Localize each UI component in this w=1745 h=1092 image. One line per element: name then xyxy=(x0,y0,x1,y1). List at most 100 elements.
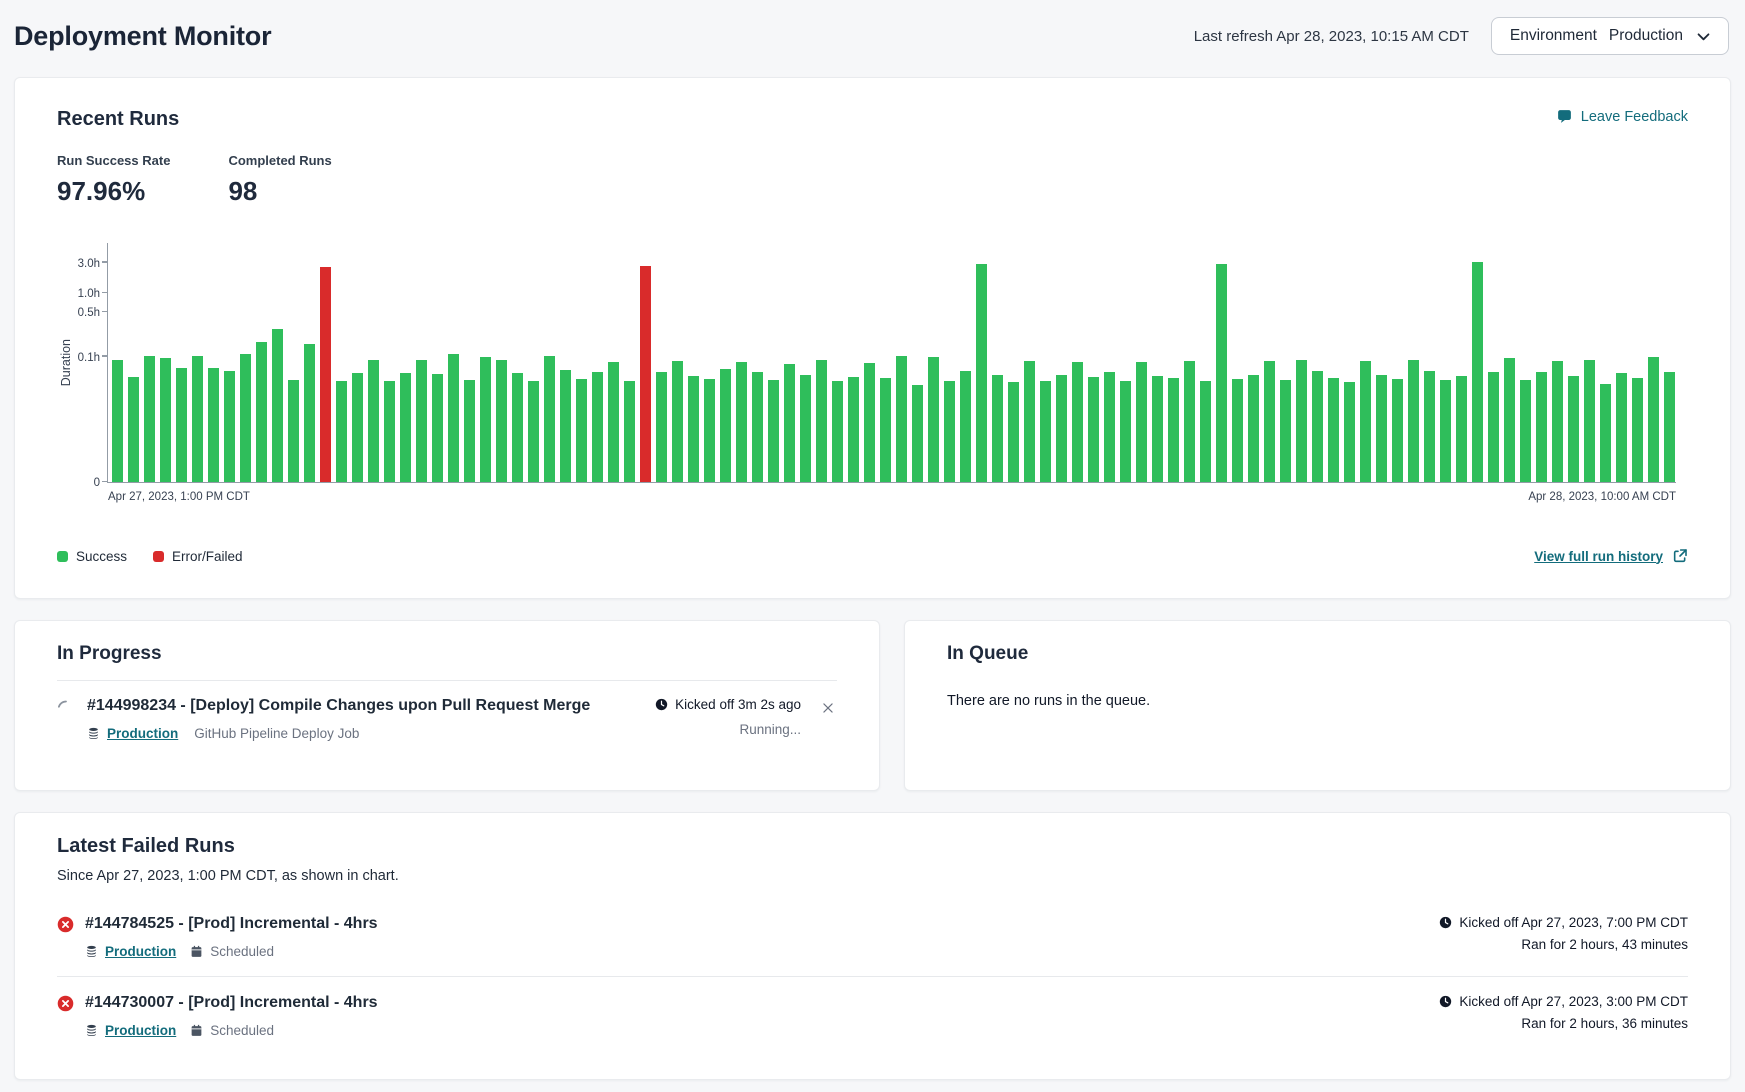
chart-bar-success[interactable] xyxy=(736,362,747,482)
chart-bar-success[interactable] xyxy=(448,354,459,482)
chart-bar-success[interactable] xyxy=(1600,384,1611,482)
chart-bar-success[interactable] xyxy=(1168,378,1179,482)
chart-bar-success[interactable] xyxy=(544,356,555,483)
chart-bar-success[interactable] xyxy=(1216,264,1227,482)
chart-bar-success[interactable] xyxy=(1376,375,1387,482)
failed-run-environment-link[interactable]: Production xyxy=(105,944,176,959)
chart-bar-success[interactable] xyxy=(256,342,267,482)
chart-bar-success[interactable] xyxy=(1440,380,1451,482)
chart-bar-success[interactable] xyxy=(1344,382,1355,482)
chart-bar-success[interactable] xyxy=(848,377,859,482)
chart-bar-success[interactable] xyxy=(224,371,235,482)
chart-bar-success[interactable] xyxy=(832,381,843,482)
chart-bar-success[interactable] xyxy=(1088,377,1099,482)
chart-bar-failed[interactable] xyxy=(640,266,651,482)
leave-feedback-link[interactable]: Leave Feedback xyxy=(1556,108,1688,125)
chart-bar-success[interactable] xyxy=(944,381,955,482)
chart-bar-success[interactable] xyxy=(624,381,635,482)
chart-bar-success[interactable] xyxy=(864,363,875,482)
chart-bar-success[interactable] xyxy=(176,368,187,483)
chart-bar-success[interactable] xyxy=(1536,372,1547,482)
chart-bar-success[interactable] xyxy=(816,360,827,482)
chart-bar-success[interactable] xyxy=(432,374,443,482)
chart-bar-success[interactable] xyxy=(1616,373,1627,482)
chart-bar-success[interactable] xyxy=(1008,382,1019,482)
chart-bar-success[interactable] xyxy=(272,329,283,482)
chart-bar-success[interactable] xyxy=(720,369,731,482)
view-full-run-history-link[interactable]: View full run history xyxy=(1534,548,1688,564)
chart-bar-success[interactable] xyxy=(688,376,699,482)
chart-bar-success[interactable] xyxy=(384,381,395,482)
chart-bar-success[interactable] xyxy=(912,385,923,482)
chart-bar-success[interactable] xyxy=(400,373,411,482)
chart-bar-success[interactable] xyxy=(464,380,475,482)
chart-bar-success[interactable] xyxy=(1024,361,1035,482)
chart-bar-success[interactable] xyxy=(160,358,171,482)
chart-bar-success[interactable] xyxy=(368,360,379,482)
chart-bar-success[interactable] xyxy=(1360,361,1371,482)
chart-bar-success[interactable] xyxy=(896,356,907,483)
chart-bar-success[interactable] xyxy=(1248,375,1259,482)
chart-bar-success[interactable] xyxy=(1296,360,1307,482)
dismiss-run-button[interactable] xyxy=(819,699,837,720)
chart-bar-success[interactable] xyxy=(1632,378,1643,482)
chart-bar-success[interactable] xyxy=(1264,361,1275,482)
chart-bar-success[interactable] xyxy=(1200,381,1211,482)
chart-bar-success[interactable] xyxy=(192,356,203,483)
chart-bar-success[interactable] xyxy=(768,380,779,482)
chart-bar-success[interactable] xyxy=(1504,358,1515,482)
chart-bar-success[interactable] xyxy=(1136,362,1147,482)
chart-bar-success[interactable] xyxy=(1232,379,1243,482)
chart-bar-success[interactable] xyxy=(1056,375,1067,482)
chart-bar-success[interactable] xyxy=(304,344,315,482)
chart-bar-success[interactable] xyxy=(288,380,299,482)
failed-run-environment-link[interactable]: Production xyxy=(105,1023,176,1038)
chart-bar-success[interactable] xyxy=(1488,372,1499,482)
chart-bar-success[interactable] xyxy=(512,373,523,482)
chart-bar-success[interactable] xyxy=(1584,360,1595,482)
chart-bar-success[interactable] xyxy=(1040,381,1051,482)
chart-bar-success[interactable] xyxy=(752,372,763,482)
chart-bar-success[interactable] xyxy=(352,373,363,482)
chart-bar-success[interactable] xyxy=(1152,376,1163,482)
chart-bar-success[interactable] xyxy=(480,357,491,482)
chart-bar-success[interactable] xyxy=(1472,262,1483,482)
chart-bar-success[interactable] xyxy=(1664,372,1675,482)
environment-dropdown[interactable]: Environment Production xyxy=(1491,17,1729,55)
chart-bar-success[interactable] xyxy=(784,364,795,482)
chart-bar-success[interactable] xyxy=(128,377,139,482)
chart-bar-success[interactable] xyxy=(1104,372,1115,483)
chart-bar-success[interactable] xyxy=(1568,376,1579,482)
chart-bar-success[interactable] xyxy=(416,360,427,482)
chart-bar-success[interactable] xyxy=(560,370,571,482)
chart-bar-success[interactable] xyxy=(1312,371,1323,482)
chart-bar-success[interactable] xyxy=(992,375,1003,482)
chart-bar-success[interactable] xyxy=(528,381,539,482)
chart-bar-success[interactable] xyxy=(576,379,587,482)
chart-bar-success[interactable] xyxy=(1280,380,1291,482)
chart-bar-success[interactable] xyxy=(1408,360,1419,482)
chart-bar-success[interactable] xyxy=(208,368,219,483)
chart-bar-success[interactable] xyxy=(336,381,347,482)
chart-bar-success[interactable] xyxy=(1392,379,1403,482)
chart-bar-success[interactable] xyxy=(240,354,251,482)
chart-bar-success[interactable] xyxy=(960,371,971,482)
chart-bar-success[interactable] xyxy=(1072,362,1083,482)
chart-bar-success[interactable] xyxy=(496,360,507,482)
chart-bar-success[interactable] xyxy=(608,362,619,482)
chart-bar-success[interactable] xyxy=(144,356,155,483)
chart-bar-success[interactable] xyxy=(928,357,939,482)
chart-bar-success[interactable] xyxy=(672,361,683,482)
chart-bar-success[interactable] xyxy=(1520,380,1531,482)
chart-bar-success[interactable] xyxy=(656,372,667,483)
chart-bar-success[interactable] xyxy=(976,264,987,482)
chart-bar-success[interactable] xyxy=(880,378,891,482)
chart-bar-success[interactable] xyxy=(1648,357,1659,482)
chart-bar-success[interactable] xyxy=(1424,371,1435,482)
chart-bar-success[interactable] xyxy=(112,360,123,482)
chart-bar-failed[interactable] xyxy=(320,267,331,482)
chart-bar-success[interactable] xyxy=(1184,361,1195,482)
in-progress-environment-link[interactable]: Production xyxy=(107,726,178,741)
chart-bar-success[interactable] xyxy=(592,372,603,482)
chart-bar-success[interactable] xyxy=(1328,378,1339,482)
